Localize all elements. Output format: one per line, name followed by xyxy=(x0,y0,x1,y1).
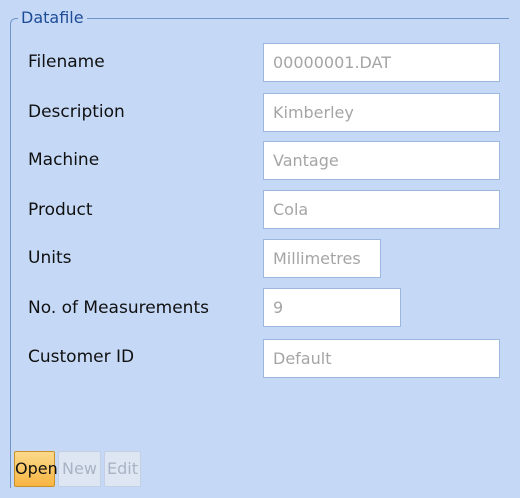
customer-id-label: Customer ID xyxy=(28,347,135,367)
description-field[interactable]: Kimberley xyxy=(263,93,500,132)
edit-button[interactable]: Edit xyxy=(104,451,141,487)
open-button[interactable]: Open xyxy=(14,451,58,487)
machine-label: Machine xyxy=(28,150,100,170)
group-title: Datafile xyxy=(18,7,87,29)
filename-field[interactable]: 00000001.DAT xyxy=(263,43,500,82)
measurements-field[interactable]: 9 xyxy=(263,288,401,327)
filename-label: Filename xyxy=(28,52,105,72)
datafile-group-border xyxy=(10,18,509,488)
customer-id-field[interactable]: Default xyxy=(263,339,500,378)
product-field[interactable]: Cola xyxy=(263,190,500,229)
units-label: Units xyxy=(28,248,72,268)
measurements-label: No. of Measurements xyxy=(28,298,209,318)
units-field[interactable]: Millimetres xyxy=(263,239,381,278)
datafile-panel: Datafile Filename 00000001.DAT Descripti… xyxy=(0,0,520,498)
description-label: Description xyxy=(28,102,125,122)
new-button[interactable]: New xyxy=(58,451,101,487)
machine-field[interactable]: Vantage xyxy=(263,141,500,180)
product-label: Product xyxy=(28,200,93,220)
